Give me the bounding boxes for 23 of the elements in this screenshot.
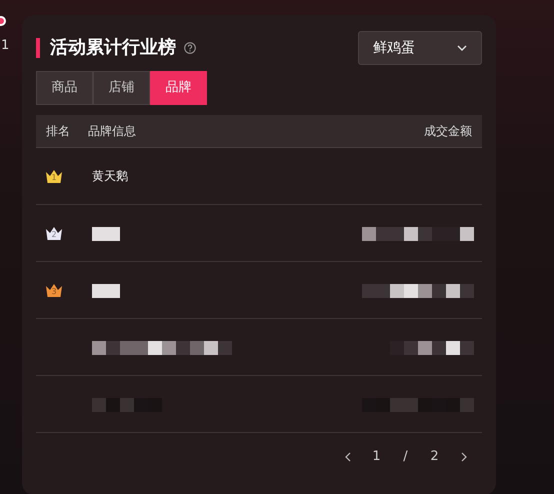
crown-icon: 3 xyxy=(44,282,64,298)
chevron-left-icon[interactable] xyxy=(344,452,350,462)
current-page: 1 xyxy=(371,448,382,466)
mosaic-drawing xyxy=(92,226,120,241)
tab[interactable]: 店铺 xyxy=(93,71,150,105)
tab[interactable]: 品牌 xyxy=(150,71,207,105)
mosaic-drawing xyxy=(92,398,162,412)
total-pages: 2 xyxy=(429,448,440,466)
brand-name: 黄天鹅 xyxy=(92,169,128,183)
chevron-right-icon[interactable] xyxy=(460,452,466,462)
crown-icon: 1 xyxy=(44,168,64,184)
crown-icon: 2 xyxy=(44,225,64,241)
page-separator: / xyxy=(402,448,409,466)
panel-title: 活动累计行业榜 xyxy=(36,38,176,58)
side-number: 1 xyxy=(1,37,10,55)
column-header: 排名 xyxy=(46,123,71,140)
help-icon[interactable] xyxy=(184,42,196,54)
category-dropdown[interactable]: 鲜鸡蛋 xyxy=(358,31,482,65)
tab[interactable]: 商品 xyxy=(36,71,93,105)
column-header: 成交金额 xyxy=(424,123,472,140)
mosaic-drawing xyxy=(92,284,120,298)
column-header: 品牌信息 xyxy=(88,123,136,140)
chevron-down-icon xyxy=(457,45,467,51)
